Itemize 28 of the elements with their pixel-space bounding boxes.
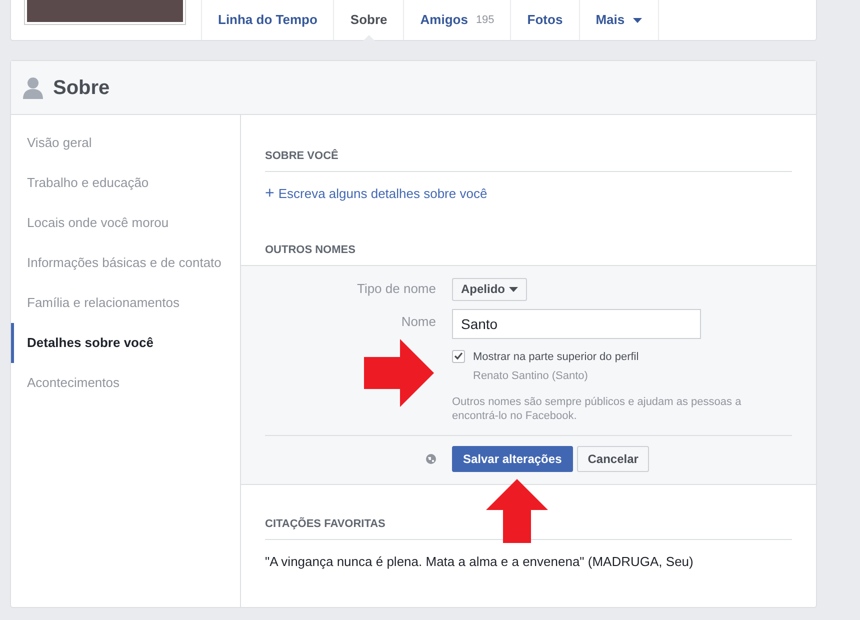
field-label: Tipo de nome bbox=[356, 280, 436, 298]
section-heading: SOBRE VOCÊ bbox=[265, 150, 338, 162]
profile-tab[interactable]: Linha do Tempo bbox=[201, 0, 334, 40]
favorite-quote: "A vingança nunca é plena. Mata a alma e a envenena" (MADRUGA, Seu) bbox=[265, 552, 694, 571]
add-details-link[interactable]: + Escreva alguns detalhes sobre você bbox=[265, 184, 792, 204]
section-heading: OUTROS NOMES bbox=[265, 244, 356, 256]
profile-tab[interactable]: Sobre bbox=[333, 0, 404, 40]
checkbox-label: Mostrar na parte superior do perfil bbox=[473, 350, 639, 364]
caret-icon bbox=[509, 286, 518, 292]
profile-tab[interactable]: Mais bbox=[578, 0, 659, 40]
profile-tab[interactable]: Amigos 195 bbox=[403, 0, 510, 40]
profile-tab[interactable]: Fotos bbox=[510, 0, 579, 40]
person-icon bbox=[23, 76, 43, 98]
globe-icon[interactable] bbox=[426, 454, 436, 464]
field-label: Nome bbox=[400, 312, 436, 330]
card-title: Sobre bbox=[53, 76, 110, 100]
save-button[interactable]: Salvar alterações bbox=[452, 446, 573, 472]
cancel-button[interactable]: Cancelar bbox=[576, 446, 650, 472]
annotation-arrow bbox=[364, 339, 434, 407]
check-icon bbox=[454, 352, 463, 360]
name-input[interactable]: Santo bbox=[452, 308, 701, 338]
section-heading: CITAÇÕES FAVORITAS bbox=[265, 518, 386, 530]
privacy-note: Outros nomes são sempre públicos e ajudam as pessoas a encontrá-lo no Facebook. bbox=[452, 394, 742, 422]
checkbox[interactable] bbox=[452, 350, 465, 362]
annotation-arrow bbox=[486, 479, 548, 543]
friend-count: 195 bbox=[476, 12, 494, 28]
name-type-dropdown[interactable]: Apelido bbox=[452, 278, 527, 300]
name-preview: Renato Santino (Santo) bbox=[473, 369, 589, 384]
